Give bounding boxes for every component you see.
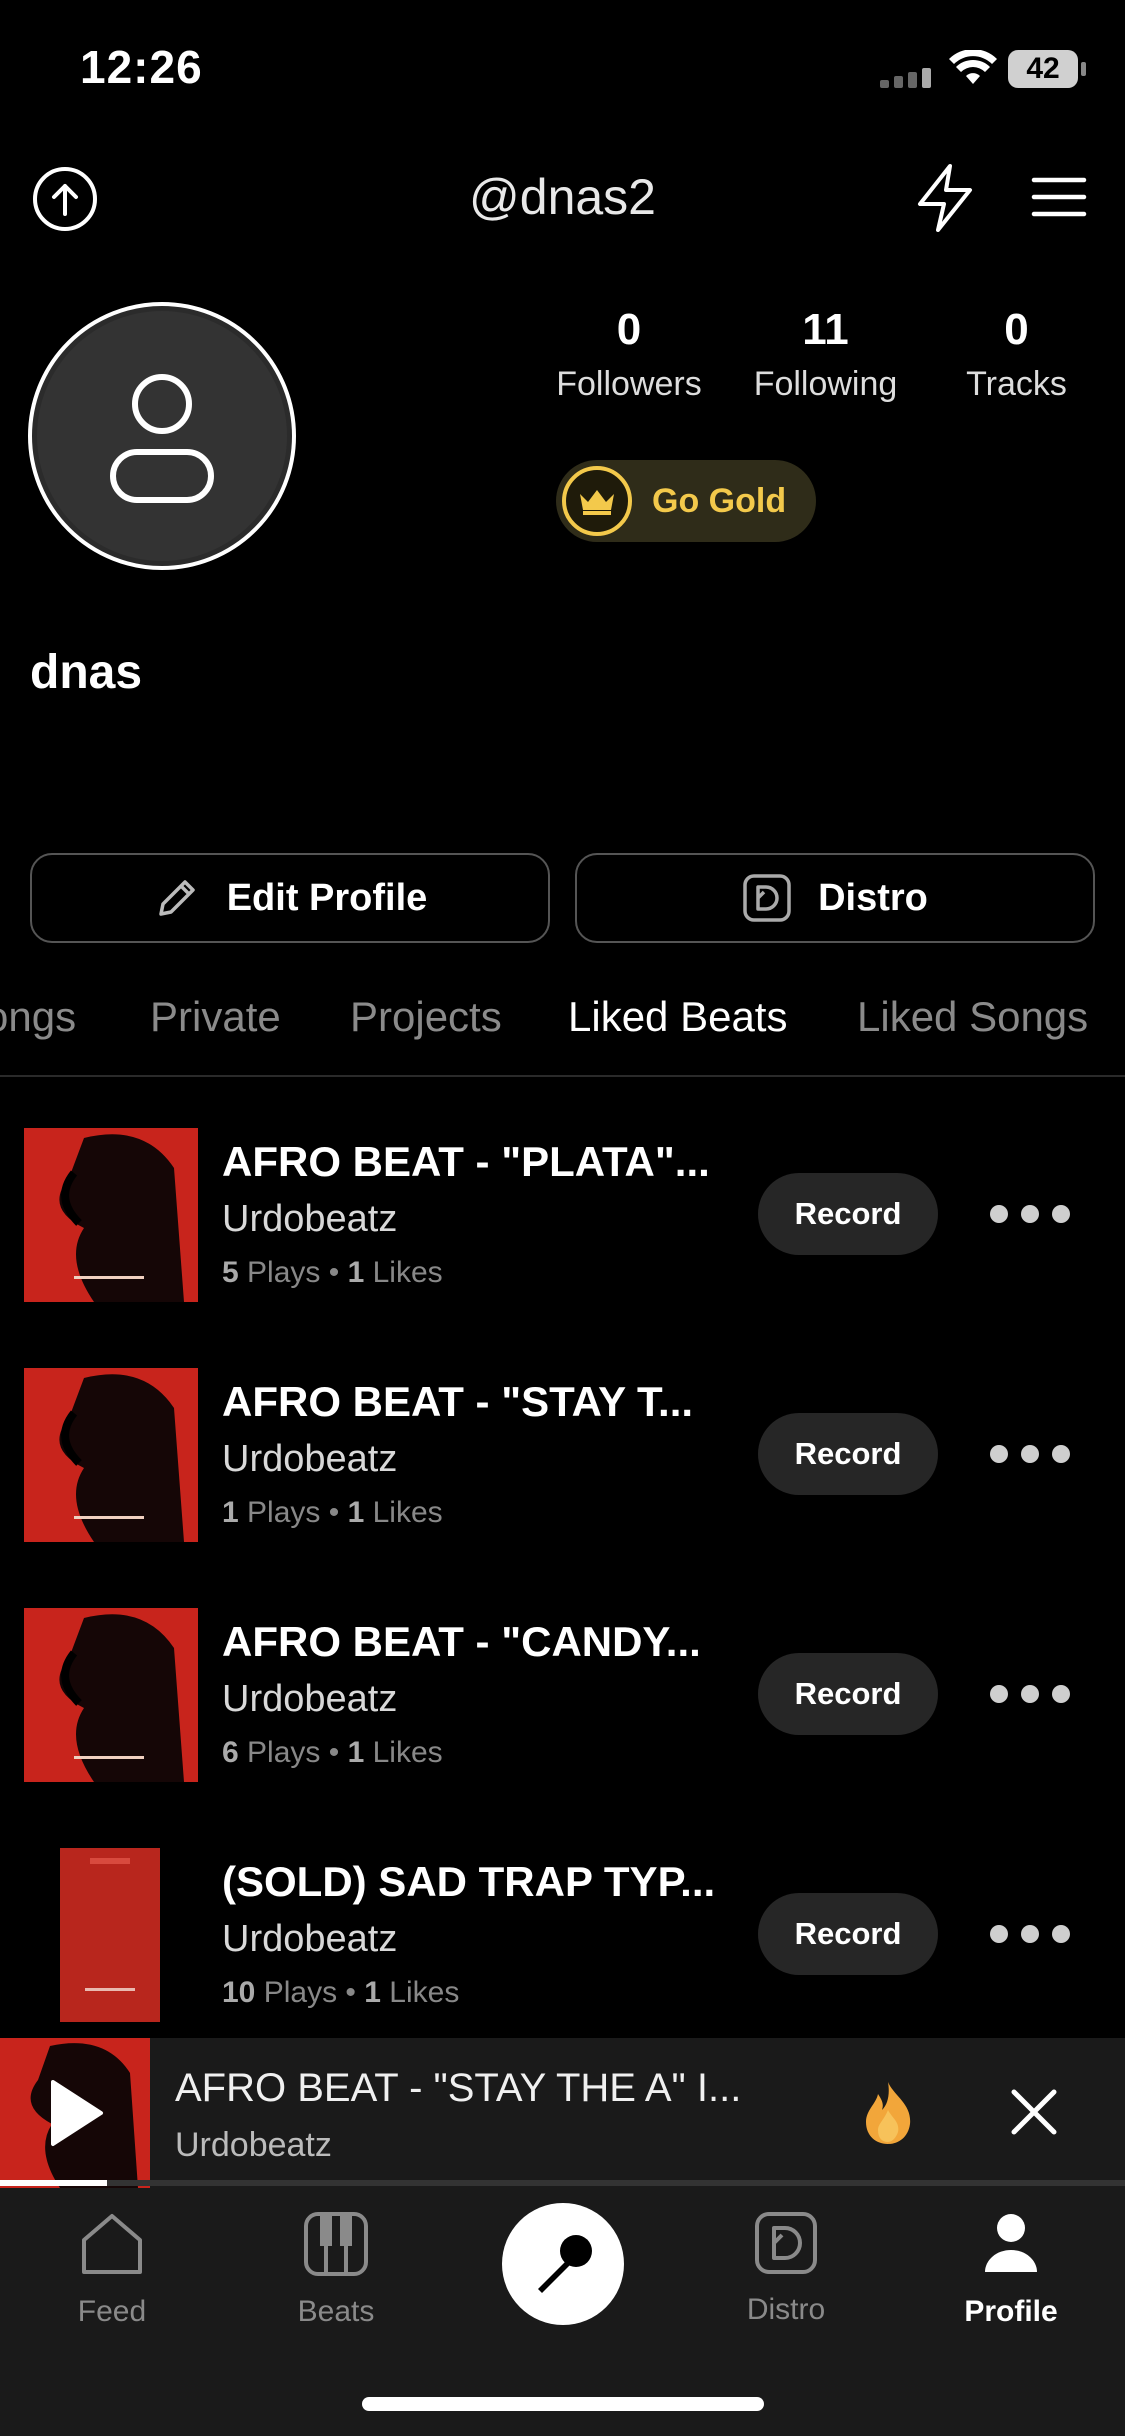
track-cover	[24, 1608, 198, 1782]
edit-profile-label: Edit Profile	[226, 876, 428, 919]
playback-progress-fill	[0, 2180, 107, 2186]
track-stats: 1 Plays • 1 Likes	[222, 1496, 443, 1529]
avatar[interactable]	[28, 302, 296, 570]
nav-profile[interactable]: Profile	[931, 2210, 1091, 2329]
tracks-count: 0	[1004, 305, 1029, 354]
following-count: 11	[802, 305, 849, 354]
distro-icon	[755, 2212, 817, 2274]
track-cover	[24, 1368, 198, 1542]
record-button[interactable]: Record	[758, 1893, 938, 1975]
track-artist[interactable]: Urdobeatz	[222, 1918, 397, 1961]
nav-distro[interactable]: Distro	[706, 2210, 866, 2327]
nav-distro-label: Distro	[746, 2293, 826, 2326]
more-options-icon[interactable]	[990, 1914, 1070, 1954]
distro-button[interactable]: Distro	[575, 853, 1095, 943]
now-playing-title: AFRO BEAT - "STAY THE A" I...	[175, 2066, 742, 2110]
go-gold-label: Go Gold	[652, 481, 787, 520]
edit-profile-button[interactable]: Edit Profile	[30, 853, 550, 943]
track-title: AFRO BEAT - "CANDY...	[222, 1618, 701, 1665]
lightning-icon[interactable]	[910, 162, 980, 234]
playback-progress-bar[interactable]	[0, 2180, 1125, 2186]
nav-profile-label: Profile	[964, 2295, 1058, 2328]
track-stats: 6 Plays • 1 Likes	[222, 1736, 443, 1769]
track-stats: 10 Plays • 1 Likes	[222, 1976, 460, 2009]
mini-player[interactable]: AFRO BEAT - "STAY THE A" I... Urdobeatz	[0, 2038, 1125, 2188]
track-stats: 5 Plays • 1 Likes	[222, 1256, 443, 1289]
track-title: AFRO BEAT - "PLATA"...	[222, 1138, 710, 1185]
go-gold-button[interactable]: Go Gold	[556, 460, 816, 542]
person-icon	[985, 2214, 1037, 2272]
nav-beats-label: Beats	[297, 2295, 375, 2328]
track-artist[interactable]: Urdobeatz	[222, 1198, 397, 1241]
distro-label: Distro	[818, 876, 928, 919]
record-button[interactable]: Record	[758, 1653, 938, 1735]
nav-beats[interactable]: Beats	[256, 2210, 416, 2329]
list-item[interactable]: AFRO BEAT - "PLATA"... Urdobeatz 5 Plays…	[0, 1128, 1125, 1328]
play-icon[interactable]	[45, 2078, 105, 2148]
tab-liked-songs[interactable]: Liked Songs	[857, 993, 1088, 1041]
distro-icon	[743, 874, 791, 922]
now-playing-artist: Urdobeatz	[175, 2126, 332, 2164]
home-icon	[82, 2214, 142, 2274]
followers-count: 0	[616, 305, 642, 354]
track-artist[interactable]: Urdobeatz	[222, 1678, 397, 1721]
profile-header: @dnas2	[0, 150, 1125, 245]
more-options-icon[interactable]	[990, 1194, 1070, 1234]
pencil-icon	[158, 880, 195, 916]
home-indicator	[362, 2397, 764, 2411]
tab-songs[interactable]: Songs	[0, 993, 76, 1041]
hamburger-menu-icon[interactable]	[1030, 172, 1088, 222]
piano-icon	[304, 2212, 368, 2276]
tab-private[interactable]: Private	[150, 993, 281, 1041]
record-button[interactable]: Record	[758, 1413, 938, 1495]
status-bar: 12:26 42	[0, 0, 1125, 140]
track-title: (SOLD) SAD TRAP TYP...	[222, 1858, 716, 1905]
microphone-icon	[538, 2235, 592, 2293]
track-cover	[60, 1848, 160, 2022]
nav-feed-label: Feed	[77, 2295, 147, 2328]
tracks-label: Tracks	[966, 365, 1067, 403]
status-time: 12:26	[80, 41, 203, 93]
record-microphone-button[interactable]	[502, 2203, 624, 2325]
default-user-icon	[110, 374, 214, 503]
wifi-icon	[949, 50, 997, 84]
more-options-icon[interactable]	[990, 1674, 1070, 1714]
track-cover	[24, 1128, 198, 1302]
profile-tabs: Songs Private Projects Liked Beats Liked…	[0, 985, 1125, 1077]
battery-indicator: 42	[1008, 50, 1086, 88]
profile-stats: 0 Followers 11 Following 0 Tracks	[540, 305, 1100, 404]
followers-label: Followers	[556, 365, 702, 403]
fire-icon[interactable]	[860, 2080, 916, 2146]
track-title: AFRO BEAT - "STAY T...	[222, 1378, 694, 1425]
display-name: dnas	[30, 646, 143, 699]
following-label: Following	[753, 365, 898, 403]
nav-feed[interactable]: Feed	[32, 2210, 192, 2329]
tab-liked-beats[interactable]: Liked Beats	[568, 993, 787, 1041]
tracks-stat[interactable]: 0 Tracks	[933, 305, 1100, 404]
cellular-signal-icon	[880, 68, 931, 88]
tab-projects[interactable]: Projects	[350, 993, 502, 1041]
following-stat[interactable]: 11 Following	[718, 305, 933, 404]
more-options-icon[interactable]	[990, 1434, 1070, 1474]
crown-icon	[562, 466, 632, 536]
list-item[interactable]: AFRO BEAT - "CANDY... Urdobeatz 6 Plays …	[0, 1608, 1125, 1808]
list-item[interactable]: AFRO BEAT - "STAY T... Urdobeatz 1 Plays…	[0, 1368, 1125, 1568]
followers-stat[interactable]: 0 Followers	[540, 305, 718, 404]
close-icon[interactable]	[1008, 2086, 1060, 2138]
list-item[interactable]: (SOLD) SAD TRAP TYP... Urdobeatz 10 Play…	[0, 1848, 1125, 2048]
track-artist[interactable]: Urdobeatz	[222, 1438, 397, 1481]
record-button[interactable]: Record	[758, 1173, 938, 1255]
